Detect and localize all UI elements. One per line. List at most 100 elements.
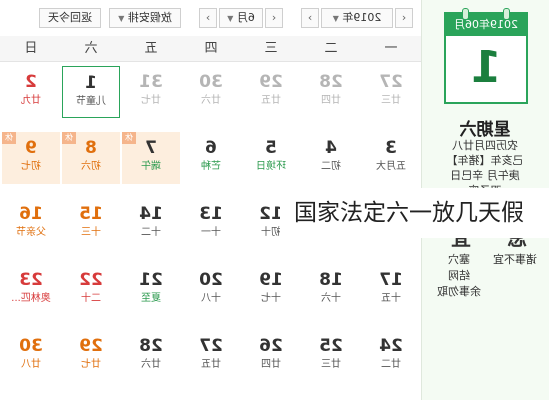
selected-day-number: 1 (470, 42, 502, 93)
calendar-day-cell[interactable]: 30 廿八 (2, 330, 60, 382)
calendar-day-cell[interactable]: 24 廿二 (362, 330, 420, 382)
calendar-day-cell[interactable]: 4 初二 (302, 132, 360, 184)
weekday-wed: 三 (264, 41, 278, 56)
chevron-down-icon: ▼ (332, 14, 339, 23)
day-subtitle: 廿八 (21, 359, 41, 370)
yi-list: 塞穴 结网 余事勿取 (429, 252, 489, 300)
day-subtitle: 环境日 (256, 161, 286, 172)
day-subtitle: 廿七 (141, 95, 161, 106)
calendar-day-cell[interactable]: 3 五月大 (362, 132, 420, 184)
calendar-day-cell[interactable]: 31 廿七 (122, 66, 180, 118)
overlay-caption: 国家法定六一放几天假 (280, 188, 549, 238)
day-number: 19 (259, 270, 283, 290)
holiday-rest-tag: 休 (62, 132, 76, 144)
calendar-icon-header: 2019年06月 (446, 14, 526, 36)
calendar-day-cell[interactable]: 13 十一 (182, 198, 240, 250)
calendar-day-cell[interactable]: 28 廿六 (122, 330, 180, 382)
back-today-button[interactable]: 返回今天 (39, 8, 101, 28)
day-number: 22 (79, 270, 103, 290)
ganzhi-month-day: 庚午月 辛巳日 (450, 169, 520, 182)
day-number: 18 (319, 270, 343, 290)
calendar-day-cell[interactable]: 14 十二 (122, 198, 180, 250)
year-next-button[interactable]: › (301, 8, 319, 28)
weekday-mon: 一 (384, 41, 398, 56)
day-number: 30 (19, 336, 43, 356)
day-number: 29 (259, 72, 283, 92)
week-header: 一 二 三 四 五 六 日 (0, 36, 421, 62)
calendar-day-cell[interactable]: 16 父亲节 (2, 198, 60, 250)
day-subtitle: 儿童节 (76, 96, 106, 107)
calendar-day-cell[interactable]: 27 廿三 (362, 66, 420, 118)
day-subtitle: 奥林匹... (11, 293, 51, 304)
calendar-day-cell[interactable]: 22 二十 (62, 264, 120, 316)
day-number: 30 (199, 72, 223, 92)
day-subtitle: 廿四 (261, 359, 281, 370)
day-subtitle: 十六 (321, 293, 341, 304)
holiday-select[interactable]: 放假安排 ▼ (109, 8, 181, 28)
day-number: 27 (199, 336, 223, 356)
day-subtitle: 芒种 (201, 161, 221, 172)
ji-item: 诸事不宜 (493, 253, 537, 266)
month-next-button[interactable]: › (199, 8, 217, 28)
weekday-tue: 二 (324, 41, 338, 56)
calendar-day-cell[interactable]: 8 初六休 (62, 132, 120, 184)
day-subtitle: 十七 (261, 293, 281, 304)
calendar-day-cell[interactable]: 23 奥林匹... (2, 264, 60, 316)
day-number: 2 (25, 72, 37, 92)
year-prev-button[interactable]: ‹ (395, 8, 413, 28)
weekday-sun: 日 (24, 41, 38, 56)
calendar-day-cell[interactable]: 18 十六 (302, 264, 360, 316)
calendar-day-cell[interactable]: 5 环境日 (242, 132, 300, 184)
day-number: 17 (379, 270, 403, 290)
day-subtitle: 五月大 (376, 161, 406, 172)
day-subtitle: 廿四 (321, 95, 341, 106)
calendar-day-cell[interactable]: 30 廿六 (182, 66, 240, 118)
calendar-day-cell[interactable]: 28 廿四 (302, 66, 360, 118)
chevron-down-icon: ▼ (227, 14, 234, 23)
calendar-day-cell[interactable]: 17 十五 (362, 264, 420, 316)
calendar-day-cell[interactable]: 19 十七 (242, 264, 300, 316)
day-number: 24 (379, 336, 403, 356)
day-subtitle: 初六 (81, 161, 101, 172)
year-select[interactable]: 2019年 ▼ (321, 8, 393, 28)
day-number: 28 (139, 336, 163, 356)
calendar-day-cell[interactable]: 2 廿九 (2, 66, 60, 118)
calendar-day-cell[interactable]: 15 十三 (62, 198, 120, 250)
lunar-date: 农历四月廿八 (452, 139, 518, 152)
calendar-day-cell[interactable]: 7 端午休 (122, 132, 180, 184)
day-number: 14 (139, 204, 163, 224)
day-subtitle: 十五 (381, 293, 401, 304)
calendar-day-cell[interactable]: 27 廿五 (182, 330, 240, 382)
selected-weekday: 星期六 (459, 120, 511, 140)
calendar-day-cell[interactable]: 20 十八 (182, 264, 240, 316)
day-subtitle: 十三 (81, 227, 101, 238)
holiday-select-label: 放假安排 (127, 11, 172, 24)
calendar-day-cell[interactable]: 29 廿五 (242, 66, 300, 118)
calendar-day-cell[interactable]: 21 夏至 (122, 264, 180, 316)
day-number: 16 (19, 204, 43, 224)
day-number: 29 (79, 336, 103, 356)
day-subtitle: 初七 (21, 161, 41, 172)
weekday-thu: 四 (204, 41, 218, 56)
month-prev-button[interactable]: ‹ (265, 8, 283, 28)
day-number: 28 (319, 72, 343, 92)
zodiac-year: 己亥年【猪年】 (446, 154, 524, 167)
day-subtitle: 端午 (141, 161, 161, 172)
weekday-fri: 五 (144, 41, 158, 56)
day-number: 6 (205, 138, 217, 158)
day-number: 26 (259, 336, 283, 356)
year-select-label: 2019年 (342, 11, 382, 24)
yi-item: 余事勿取 (437, 285, 481, 298)
day-number: 13 (199, 204, 223, 224)
day-number: 31 (139, 72, 163, 92)
calendar-day-cell[interactable]: 26 廿四 (242, 330, 300, 382)
yi-item: 塞穴 (448, 253, 470, 266)
calendar-day-cell[interactable]: 29 廿七 (62, 330, 120, 382)
calendar-day-cell[interactable]: 9 初七休 (2, 132, 60, 184)
calendar-day-cell[interactable]: 1 儿童节 (62, 66, 120, 118)
calendar-day-cell[interactable]: 6 芒种 (182, 132, 240, 184)
day-number: 20 (199, 270, 223, 290)
month-select[interactable]: 6月 ▼ (219, 8, 263, 28)
chevron-down-icon: ▼ (118, 14, 125, 23)
calendar-day-cell[interactable]: 25 廿三 (302, 330, 360, 382)
